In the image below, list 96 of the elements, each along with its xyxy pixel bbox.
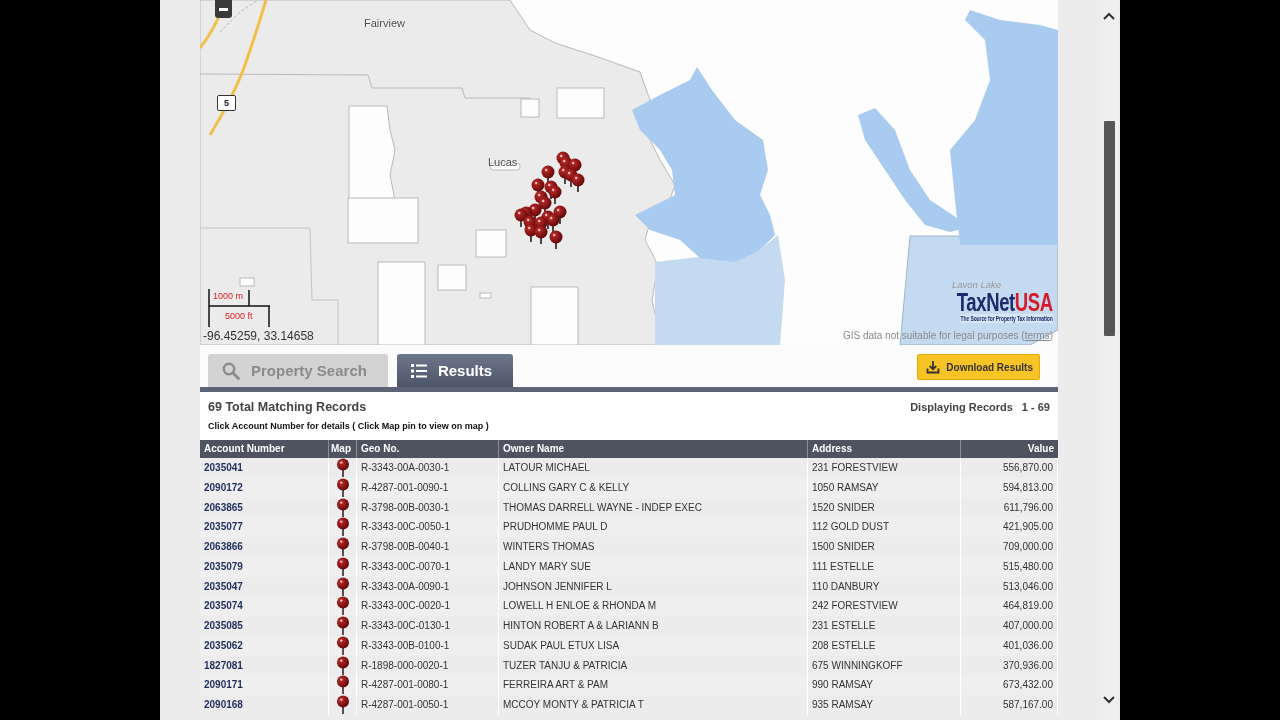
chevron-down-icon[interactable] xyxy=(1103,696,1115,704)
minus-icon xyxy=(219,7,228,11)
account-link[interactable]: 2035077 xyxy=(204,521,243,533)
map-pin-icon[interactable] xyxy=(335,458,350,477)
map-pin-icon[interactable] xyxy=(335,695,350,714)
scale-label: 1000 m xyxy=(213,291,244,302)
table-cell: 421,905.00 xyxy=(961,517,1058,537)
map-pin-icon[interactable] xyxy=(335,675,350,695)
column-header[interactable]: Address xyxy=(808,440,961,458)
map-pin-icon[interactable] xyxy=(335,635,350,655)
map-label: Fairview xyxy=(364,17,405,30)
table-cell: 111 ESTELLE xyxy=(808,556,961,577)
table-cell: LOWELL H ENLOE & RHONDA M xyxy=(499,596,808,616)
record-count: 69 Total Matching Records xyxy=(208,400,367,414)
column-header[interactable]: Account Number xyxy=(200,440,329,458)
map-pin-icon[interactable] xyxy=(335,477,350,497)
table-cell: R-4287-001-0050-1 xyxy=(357,695,499,715)
search-icon xyxy=(222,361,240,380)
table-cell: 231 ESTELLE xyxy=(808,616,961,636)
map-pin-icon[interactable] xyxy=(335,537,350,556)
table-cell: 594,813.00 xyxy=(961,477,1058,498)
column-header[interactable]: Geo No. xyxy=(357,440,499,458)
disclaimer-text: GIS data not suitable for legal purposes (terms) xyxy=(842,329,1053,342)
table-cell: R-3343-00C-0020-1 xyxy=(357,596,499,616)
table-cell: 587,167.00 xyxy=(961,695,1058,715)
map-label: Lavon Lake xyxy=(952,279,1002,290)
scroll-thumb[interactable] xyxy=(1103,121,1115,336)
account-link[interactable]: 2035085 xyxy=(204,620,243,631)
table-cell: R-3343-00C-0070-1 xyxy=(357,556,499,577)
records-range: 1 - 69 xyxy=(1021,401,1050,413)
account-link[interactable]: 1827081 xyxy=(204,659,243,671)
zoom-out-button[interactable] xyxy=(215,0,232,18)
hint-text: Click Account Number for details ( Click Map pin to view on map ) xyxy=(208,421,489,432)
account-link[interactable]: 2090168 xyxy=(204,699,243,710)
table-cell: PRUDHOMME PAUL D xyxy=(499,517,808,537)
table-cell: WINTERS THOMAS xyxy=(499,537,808,557)
route-shield: 5 xyxy=(217,95,236,111)
account-link[interactable]: 2090172 xyxy=(204,481,243,493)
column-header[interactable]: Owner Name xyxy=(499,440,808,458)
table-cell: 401,036.00 xyxy=(961,635,1058,656)
account-link[interactable]: 2090171 xyxy=(204,679,243,691)
account-link[interactable]: 2063865 xyxy=(204,501,243,513)
map-pin-icon[interactable] xyxy=(335,576,350,596)
logo-wordmark: TaxNetUSA xyxy=(956,290,1053,314)
account-link[interactable]: 2063866 xyxy=(204,541,243,552)
table-cell: 242 FORESTVIEW xyxy=(808,596,961,616)
column-header[interactable]: Map xyxy=(329,440,357,458)
table-cell: 556,870.00 xyxy=(961,458,1058,478)
tab[interactable]: Results xyxy=(396,354,514,387)
table-cell: 1500 SNIDER xyxy=(808,537,961,557)
table-cell: COLLINS GARY C & KELLY xyxy=(499,477,808,498)
scale-bar xyxy=(208,288,272,328)
table-cell: R-3798-00B-0040-1 xyxy=(357,537,499,557)
account-link[interactable]: 2035074 xyxy=(204,600,243,612)
map-label: Lucas xyxy=(488,156,518,169)
map-pin-icon[interactable] xyxy=(335,497,350,517)
table-cell: 208 ESTELLE xyxy=(808,635,961,656)
account-link[interactable]: 2035079 xyxy=(204,560,243,572)
account-link[interactable]: 2035047 xyxy=(204,580,243,592)
coordinates-text: -96.45259, 33.14658 xyxy=(203,329,314,343)
map-pin-icon[interactable] xyxy=(335,517,350,537)
table-cell: R-4287-001-0080-1 xyxy=(357,675,499,695)
account-link[interactable]: 2035062 xyxy=(204,639,243,651)
chevron-up-icon[interactable] xyxy=(1103,12,1115,20)
table-cell: SUDAK PAUL ETUX LISA xyxy=(499,635,808,656)
map-pin-icon[interactable] xyxy=(335,596,350,616)
table-cell: R-4287-001-0090-1 xyxy=(357,477,499,498)
table-cell: R-3343-00C-0130-1 xyxy=(357,616,499,636)
list-icon xyxy=(410,363,427,378)
table-cell: MCCOY MONTY & PATRICIA T xyxy=(499,695,808,715)
table-cell: 112 GOLD DUST xyxy=(808,517,961,537)
table-cell: 990 RAMSAY xyxy=(808,675,961,695)
table-cell: LATOUR MICHAEL xyxy=(499,458,808,478)
map-pin-icon[interactable] xyxy=(335,556,350,576)
table-cell: LANDY MARY SUE xyxy=(499,556,808,577)
table-cell: 515,480.00 xyxy=(961,556,1058,577)
table-cell: 709,000.00 xyxy=(961,537,1058,557)
table-cell: R-3343-00C-0050-1 xyxy=(357,517,499,537)
table-cell: 407,000.00 xyxy=(961,616,1058,636)
map-pin-icon[interactable] xyxy=(335,655,350,675)
table-cell: HINTON ROBERT A & LARIANN B xyxy=(499,616,808,636)
table-cell: 231 FORESTVIEW xyxy=(808,458,961,478)
table-cell: 673,432.00 xyxy=(961,675,1058,695)
download-icon xyxy=(926,360,941,374)
scale-label: 5000 ft xyxy=(225,311,253,322)
table-cell: 464,819.00 xyxy=(961,596,1058,616)
records-label: Displaying Records xyxy=(910,401,1013,413)
column-header[interactable]: Value xyxy=(961,440,1058,458)
download-button[interactable]: Download Results xyxy=(917,354,1040,380)
map-pin-icon[interactable] xyxy=(335,616,350,635)
table-cell: 1050 RAMSAY xyxy=(808,477,961,498)
table-cell: R-3343-00A-0030-1 xyxy=(357,458,499,478)
table-cell: R-3343-00B-0100-1 xyxy=(357,635,499,656)
table-cell: 935 RAMSAY xyxy=(808,695,961,715)
account-link[interactable]: 2035041 xyxy=(204,462,243,473)
table-cell: FERREIRA ART & PAM xyxy=(499,675,808,695)
